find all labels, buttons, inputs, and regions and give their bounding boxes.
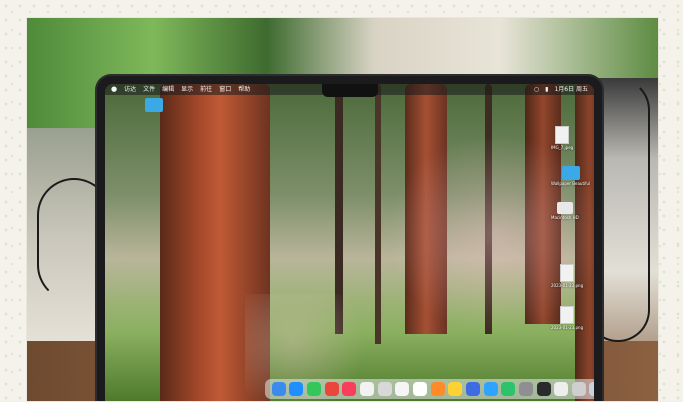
preview-icon[interactable] — [377, 382, 392, 396]
wifi-icon[interactable]: ○ — [534, 84, 539, 95]
calendar-icon[interactable] — [412, 382, 427, 396]
image-file-icon — [560, 306, 575, 324]
notion-icon[interactable] — [359, 382, 374, 396]
menu-item-finder[interactable]: 访达 — [124, 84, 136, 95]
desktop-icon-image[interactable]: 2023-01-23.png — [551, 306, 583, 330]
desktop-icon-image[interactable]: IMG_7.jpeg — [551, 126, 573, 150]
desktop-icon-image[interactable]: 2023-01-23.png — [551, 264, 583, 288]
downloads-icon[interactable] — [589, 382, 594, 396]
sequoia-trunk — [405, 84, 447, 334]
menu-item-help[interactable]: 帮助 — [238, 84, 250, 95]
folder-icon — [145, 98, 163, 112]
wechat-icon[interactable] — [501, 382, 516, 396]
finder-icon[interactable] — [271, 382, 286, 396]
battery-icon[interactable]: ▮ — [545, 84, 548, 95]
folder-icon — [561, 166, 580, 180]
dock — [265, 379, 594, 399]
desktop-icon-label: Wallpaper Beautiful — [551, 181, 591, 186]
menu-item-edit[interactable]: 编辑 — [162, 84, 174, 95]
desktop-icon-label: 2023-01-23.png — [551, 325, 584, 330]
activity-monitor-icon[interactable] — [571, 382, 586, 396]
tree-trunk — [485, 84, 492, 334]
desktop-icon-folder[interactable] — [145, 98, 163, 113]
notes-icon[interactable] — [448, 382, 463, 396]
desktop-icon-drive[interactable]: Macintosh HD — [551, 202, 579, 220]
laptop: ● 访达 文件 编辑 显示 前往 窗口 帮助 ○ ▮ 1月6日 周五 IMG_7… — [97, 76, 602, 401]
menu-item-window[interactable]: 窗口 — [219, 84, 231, 95]
apple-icon[interactable]: ● — [111, 84, 117, 95]
terminal-icon[interactable] — [536, 382, 551, 396]
messages-icon[interactable] — [306, 382, 321, 396]
menu-clock[interactable]: 1月6日 周五 — [554, 84, 588, 95]
desktop-icon-label: IMG_7.jpeg — [551, 145, 574, 150]
image-file-icon — [555, 126, 570, 144]
photos-icon[interactable] — [395, 382, 410, 396]
app-store-icon[interactable] — [289, 382, 304, 396]
image-file-icon — [560, 264, 575, 282]
menu-item-go[interactable]: 前往 — [200, 84, 212, 95]
safari-icon[interactable] — [483, 382, 498, 396]
tree-trunk — [375, 84, 381, 344]
sketch-icon[interactable] — [465, 382, 480, 396]
desktop-icon-label: Macintosh HD — [551, 215, 579, 220]
desktop-icon-label: 2023-01-23.png — [551, 283, 584, 288]
hard-drive-icon — [556, 202, 573, 214]
files-icon[interactable] — [554, 382, 569, 396]
system-settings-icon[interactable] — [518, 382, 533, 396]
music-icon[interactable] — [342, 382, 357, 396]
chrome-icon[interactable] — [324, 382, 339, 396]
menu-item-file[interactable]: 文件 — [143, 84, 155, 95]
desktop-icon-folder[interactable]: Wallpaper Beautiful — [551, 166, 590, 186]
laptop-screen: ● 访达 文件 编辑 显示 前往 窗口 帮助 ○ ▮ 1月6日 周五 IMG_7… — [105, 84, 594, 401]
reminders-icon[interactable] — [430, 382, 445, 396]
photo: ● 访达 文件 编辑 显示 前往 窗口 帮助 ○ ▮ 1月6日 周五 IMG_7… — [26, 17, 659, 402]
sequoia-trunk — [575, 84, 594, 401]
camera-notch — [321, 84, 378, 97]
menu-item-view[interactable]: 显示 — [181, 84, 193, 95]
